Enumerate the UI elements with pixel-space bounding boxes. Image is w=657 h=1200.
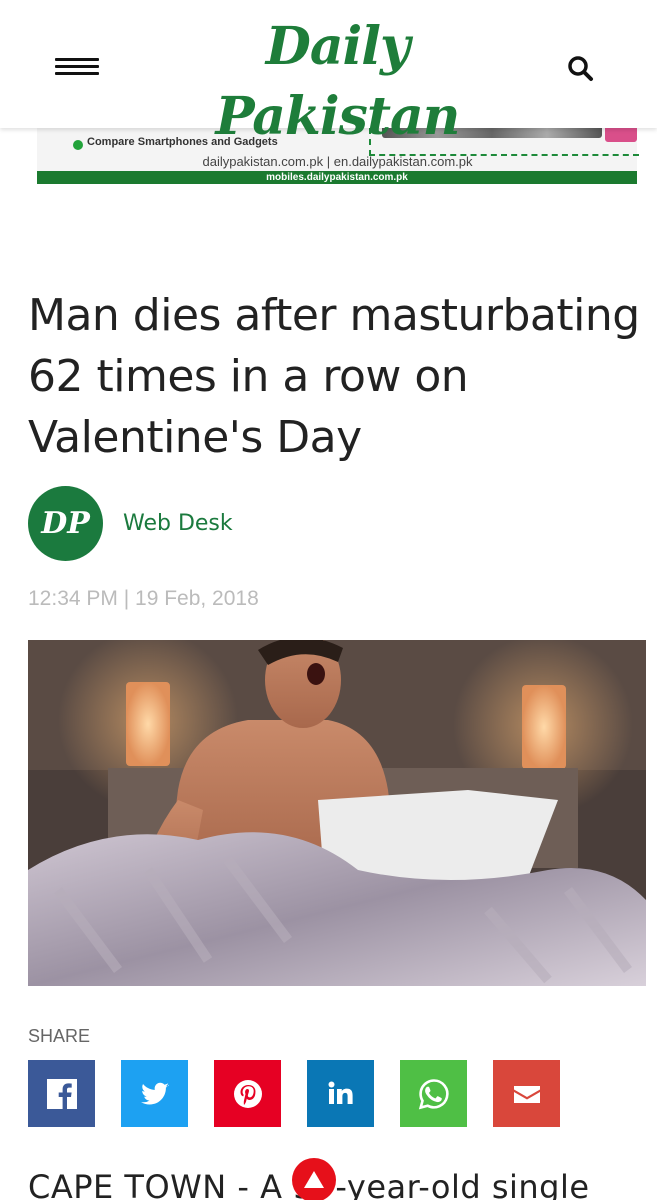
logo-sub-links: dailypakistan.com.pk | en.dailypakistan.… xyxy=(202,154,473,169)
author-avatar[interactable]: DP xyxy=(28,485,103,561)
pinterest-icon xyxy=(233,1079,262,1108)
ad-url-bar[interactable]: mobiles.dailypakistan.com.pk xyxy=(37,171,637,184)
logo-text: Daily Pakistan xyxy=(215,16,461,147)
facebook-icon xyxy=(46,1078,77,1109)
arrow-up-icon xyxy=(304,1171,324,1188)
share-pinterest-button[interactable] xyxy=(214,1060,281,1127)
site-header: Daily Pakistan dailypakistan.com.pk | en… xyxy=(0,0,657,169)
linkedin-icon xyxy=(328,1081,353,1104)
scroll-to-top-button[interactable] xyxy=(292,1158,336,1200)
search-icon[interactable] xyxy=(566,54,594,82)
ad-bullet-icon xyxy=(73,140,83,150)
share-linkedin-button[interactable] xyxy=(307,1060,374,1127)
twitter-icon xyxy=(140,1082,169,1104)
email-icon xyxy=(513,1085,540,1103)
article-title: Man dies after masturbating 62 times in … xyxy=(28,290,640,463)
hamburger-menu-icon[interactable] xyxy=(55,58,99,80)
share-facebook-button[interactable] xyxy=(28,1060,95,1127)
author-row: DP Web Desk xyxy=(28,485,233,561)
ad-phone-image xyxy=(605,128,637,142)
author-name[interactable]: Web Desk xyxy=(123,511,233,536)
article-date: 12:34 PM | 19 Feb, 2018 xyxy=(28,587,259,610)
share-label: SHARE xyxy=(28,1026,91,1046)
share-email-button[interactable] xyxy=(493,1060,560,1127)
whatsapp-icon xyxy=(418,1078,449,1109)
article-featured-image xyxy=(28,640,646,986)
site-logo[interactable]: Daily Pakistan dailypakistan.com.pk | en… xyxy=(150,12,525,169)
share-whatsapp-button[interactable] xyxy=(400,1060,467,1127)
share-twitter-button[interactable] xyxy=(121,1060,188,1127)
